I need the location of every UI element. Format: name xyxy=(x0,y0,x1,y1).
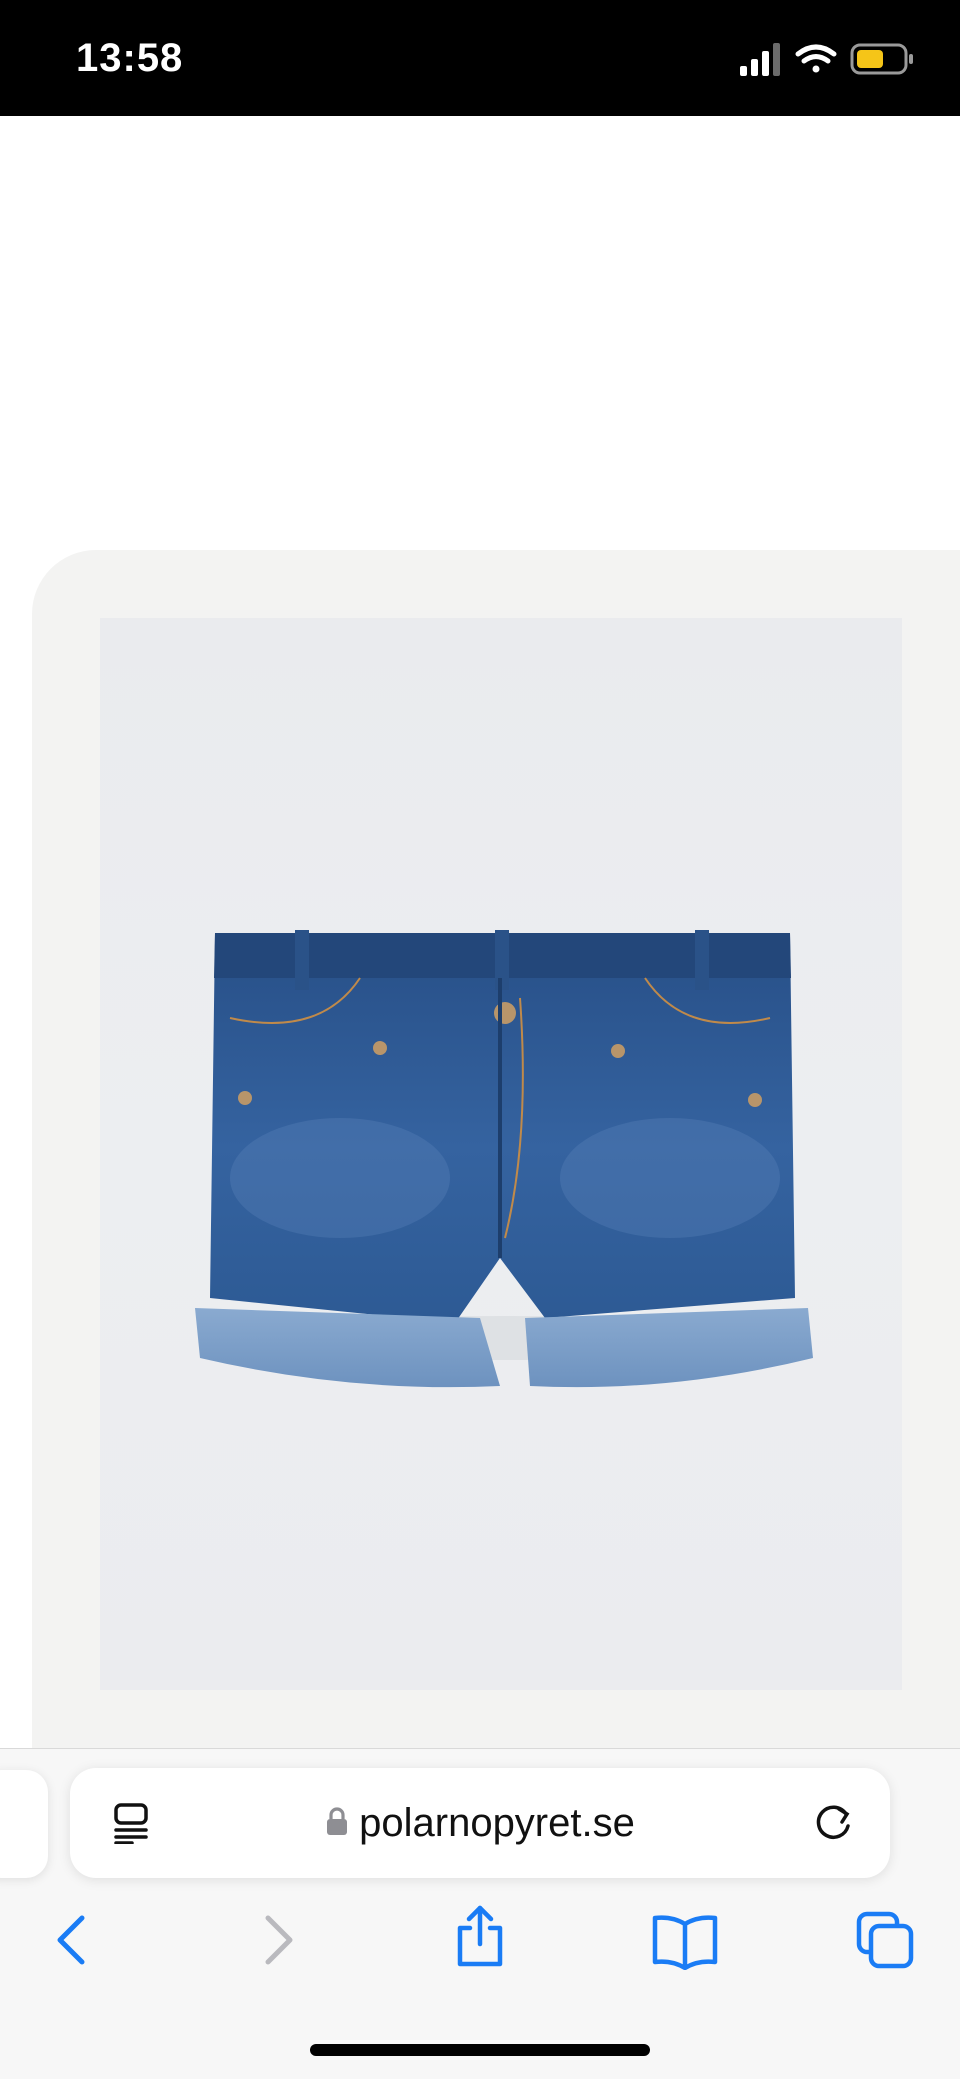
denim-shorts-image xyxy=(195,930,813,1388)
url-text[interactable]: polarnopyret.se xyxy=(359,1801,635,1846)
page-blank-area xyxy=(0,116,960,550)
status-time: 13:58 xyxy=(76,36,184,80)
status-bar: 13:58 xyxy=(0,0,960,116)
chevron-right-icon xyxy=(265,1915,293,1965)
share-icon xyxy=(457,1905,503,1967)
home-indicator[interactable] xyxy=(310,2044,650,2056)
product-image[interactable] xyxy=(100,618,902,1690)
back-button[interactable] xyxy=(42,1910,102,1970)
reload-icon[interactable] xyxy=(812,1800,856,1849)
previous-tab-peek[interactable] xyxy=(0,1770,48,1878)
chevron-left-icon xyxy=(57,1915,85,1965)
forward-button[interactable] xyxy=(248,1910,308,1970)
battery-icon xyxy=(850,43,913,75)
book-icon xyxy=(652,1915,718,1970)
lock-icon xyxy=(325,1806,349,1841)
address-bar[interactable]: polarnopyret.se xyxy=(70,1768,890,1878)
wifi-icon xyxy=(795,44,837,73)
bookmarks-button[interactable] xyxy=(650,1910,720,1970)
share-button[interactable] xyxy=(450,1904,510,1967)
cellular-signal-icon xyxy=(740,43,780,76)
status-icons xyxy=(740,42,916,82)
tabs-button[interactable] xyxy=(855,1910,915,1970)
tabs-icon xyxy=(856,1911,914,1969)
